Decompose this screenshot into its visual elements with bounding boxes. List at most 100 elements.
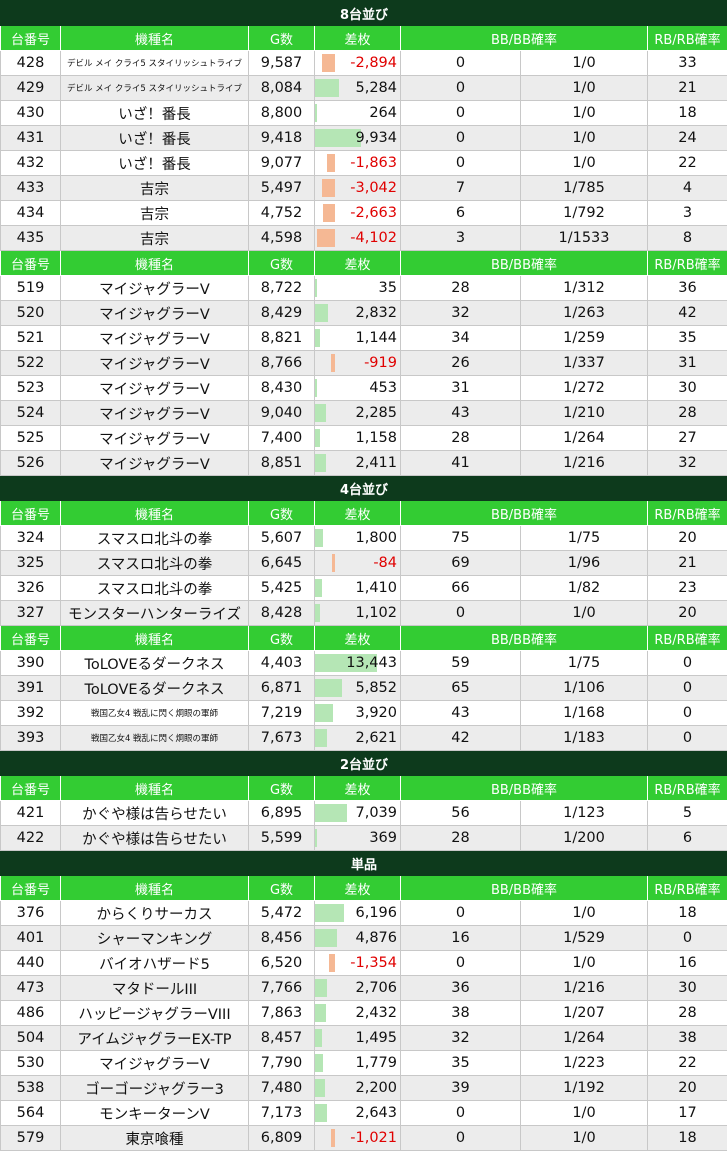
cell-diff: 2,200 (314, 1075, 401, 1101)
cell-diff: 1,144 (314, 325, 401, 351)
cell-bb: 34 (400, 325, 521, 351)
cell-diff: 5,852 (314, 675, 401, 701)
cell-bb: 0 (400, 50, 521, 76)
diff-value: 5,284 (355, 80, 397, 96)
cell-bbp: 1/263 (520, 300, 648, 326)
cell-name: デビル メイ クライ5 スタイリッシュトライブ (60, 50, 249, 76)
cell-bb: 36 (400, 975, 521, 1001)
table-row: 325スマスロ北斗の拳6,645-84691/96211/3161/74 (0, 550, 727, 576)
cell-rb: 22 (647, 1050, 727, 1076)
diff-value: 264 (369, 105, 397, 121)
cell-rb: 0 (647, 675, 727, 701)
cell-name: からくりサーカス (60, 900, 249, 926)
cell-diff: 7,039 (314, 800, 401, 826)
cell-diff: -1,021 (314, 1125, 401, 1151)
diff-value: 1,800 (355, 530, 397, 546)
diff-value: 453 (369, 380, 397, 396)
diff-value: 2,411 (355, 455, 397, 471)
column-header: 差枚 (314, 25, 401, 51)
cell-bb: 6 (400, 200, 521, 226)
diff-value: 2,621 (355, 730, 397, 746)
column-header: G数 (248, 875, 315, 901)
cell-bb: 0 (400, 75, 521, 101)
table-row: 431いざ！番長9,4189,93401/0241/3921/392 (0, 125, 727, 151)
table-row: 523マイジャグラーV8,430453311/272301/2811/138 (0, 375, 727, 401)
cell-rb: 8 (647, 225, 727, 251)
column-header-row: 台番号機種名G数差枚BB/BB確率RB/RB確率合成 (0, 625, 727, 651)
cell-name: ToLOVEるダークネス (60, 675, 249, 701)
cell-bb: 41 (400, 450, 521, 476)
cell-no: 440 (0, 950, 61, 976)
table-row: 504アイムジャグラーEX-TP8,4571,495321/264381/223… (0, 1025, 727, 1051)
cell-rb: 4 (647, 175, 727, 201)
cell-rb: 22 (647, 150, 727, 176)
table-row: 393戦国乙女4 戦乱に閃く炯眼の軍師7,6732,621421/18301/0… (0, 725, 727, 751)
cell-bb: 59 (400, 650, 521, 676)
cell-bbp: 1/785 (520, 175, 648, 201)
diff-value: 7,039 (355, 805, 397, 821)
diff-value: 2,706 (355, 980, 397, 996)
section-title-row: 4台並び (0, 475, 727, 501)
cell-rb: 21 (647, 550, 727, 576)
section-title-row: 単品 (0, 850, 727, 876)
diff-value: 1,158 (355, 430, 397, 446)
cell-diff: 9,934 (314, 125, 401, 151)
cell-rb: 24 (647, 125, 727, 151)
column-header: 機種名 (60, 625, 249, 651)
cell-g: 7,790 (248, 1050, 315, 1076)
column-header-row: 台番号機種名G数差枚BB/BB確率RB/RB確率合成 (0, 250, 727, 276)
cell-no: 429 (0, 75, 61, 101)
cell-g: 8,456 (248, 925, 315, 951)
diff-value: 5,852 (355, 680, 397, 696)
cell-diff: 1,779 (314, 1050, 401, 1076)
cell-diff: 5,284 (314, 75, 401, 101)
cell-bbp: 1/0 (520, 75, 648, 101)
cell-diff: -919 (314, 350, 401, 376)
cell-bb: 3 (400, 225, 521, 251)
diff-value: -4,102 (350, 230, 397, 246)
cell-no: 519 (0, 275, 61, 301)
cell-name: いざ！番長 (60, 150, 249, 176)
cell-name: 戦国乙女4 戦乱に閃く炯眼の軍師 (60, 725, 249, 751)
table-row: 429 デビル メイ クライ5 スタイリッシュトライブ 8,084 5,284 0 1/0… (0, 75, 727, 101)
cell-rb: 18 (647, 1125, 727, 1151)
cell-rb: 35 (647, 325, 727, 351)
diff-value: 1,102 (355, 605, 397, 621)
section-title: 8台並び (0, 0, 727, 26)
table-row: 538ゴーゴージャグラー37,4802,200391/192201/3741/1… (0, 1075, 727, 1101)
cell-diff: 1,495 (314, 1025, 401, 1051)
cell-bbp: 1/192 (520, 1075, 648, 1101)
cell-rb: 6 (647, 825, 727, 851)
cell-bb: 0 (400, 125, 521, 151)
diff-value: 1,144 (355, 330, 397, 346)
table-row: 433吉宗5,497-3,04271/78541/13741/500 (0, 175, 727, 201)
cell-bbp: 1/0 (520, 50, 648, 76)
diff-value: -84 (373, 555, 397, 571)
cell-rb: 28 (647, 1000, 727, 1026)
cell-no: 421 (0, 800, 61, 826)
cell-no: 525 (0, 425, 61, 451)
cell-rb: 20 (647, 600, 727, 626)
cell-rb: 18 (647, 100, 727, 126)
cell-name: マイジャグラーV (60, 375, 249, 401)
cell-no: 538 (0, 1075, 61, 1101)
diff-value: 1,495 (355, 1030, 397, 1046)
table-row: 430いざ！番長8,80026401/0181/4891/489 (0, 100, 727, 126)
cell-name: スマスロ北斗の拳 (60, 550, 249, 576)
cell-no: 430 (0, 100, 61, 126)
cell-rb: 21 (647, 75, 727, 101)
cell-g: 7,173 (248, 1100, 315, 1126)
section-title: 単品 (0, 850, 727, 876)
cell-diff: -3,042 (314, 175, 401, 201)
data-table-container: 8台並び台番号機種名G数差枚BB/BB確率RB/RB確率合成 4 28 デビル メイ … (0, 0, 727, 1151)
cell-diff: -1,354 (314, 950, 401, 976)
diff-value: -919 (364, 355, 397, 371)
cell-bbp: 1/259 (520, 325, 648, 351)
cell-name: 吉宗 (60, 175, 249, 201)
cell-name: マイジャグラーV (60, 450, 249, 476)
cell-g: 6,809 (248, 1125, 315, 1151)
cell-no: 324 (0, 525, 61, 551)
column-header: 機種名 (60, 775, 249, 801)
column-header: BB/BB確率 (400, 875, 648, 901)
cell-bb: 43 (400, 700, 521, 726)
